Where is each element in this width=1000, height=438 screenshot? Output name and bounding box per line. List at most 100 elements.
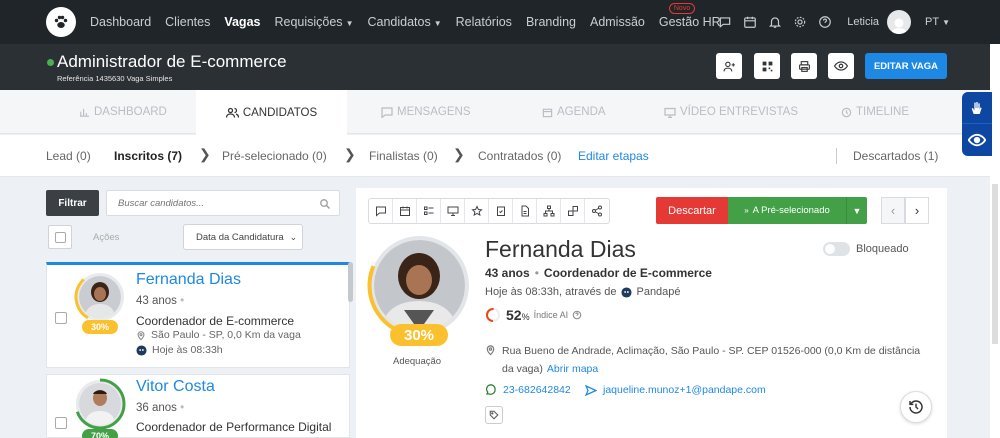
score-ring	[74, 271, 126, 323]
search-input[interactable]	[107, 191, 339, 215]
tab-timeline[interactable]: TIMELINE	[841, 90, 909, 134]
help-icon[interactable]	[817, 14, 833, 30]
stage-preselecionado[interactable]: Pré-selecionado (0)	[222, 149, 327, 163]
tab-agenda[interactable]: AGENDA	[542, 90, 606, 134]
sort-dropdown[interactable]: Data da Candidatura ⌄	[183, 224, 303, 250]
hierarchy-icon[interactable]	[537, 199, 561, 223]
chevron-down-icon: ⌄	[289, 231, 298, 242]
stage-finalistas[interactable]: Finalistas (0)	[369, 149, 438, 163]
chart-icon	[79, 107, 90, 118]
star-icon[interactable]	[465, 199, 489, 223]
eye-icon[interactable]	[962, 124, 992, 156]
filter-button[interactable]: Filtrar	[46, 190, 99, 216]
applied-text: Hoje às 08:33h, através de	[485, 286, 617, 298]
role-text: Coordenador de E-commerce	[543, 266, 712, 280]
candidate-name[interactable]: Fernanda Dias	[136, 271, 241, 289]
calendar-icon[interactable]	[742, 14, 758, 30]
print-button[interactable]	[791, 53, 817, 79]
sign-language-icon[interactable]	[962, 92, 992, 124]
nav-candidatos[interactable]: Candidatos ▼	[367, 15, 441, 29]
select-all-checkbox[interactable]	[48, 225, 72, 249]
user-avatar[interactable]	[887, 10, 912, 34]
list-scrollbar[interactable]	[348, 262, 353, 302]
edit-stages-link[interactable]: Editar etapas	[578, 149, 649, 163]
tab-dashboard[interactable]: DASHBOARD	[79, 90, 179, 134]
tab-timeline-label: TIMELINE	[856, 106, 910, 118]
search-icon[interactable]	[319, 197, 331, 215]
location-text: São Paulo - SP, 0,0 Km da vaga	[151, 329, 301, 341]
clock-icon	[841, 107, 852, 118]
score-label: Adequação	[393, 356, 442, 367]
candidate-checkbox[interactable]	[55, 417, 67, 429]
next-candidate-button[interactable]: ›	[905, 197, 929, 224]
nav-relatorios[interactable]: Relatórios	[456, 15, 512, 29]
advance-stage-button[interactable]: » A Pré-selecionado	[728, 197, 846, 224]
bell-icon[interactable]	[767, 14, 783, 30]
share-icon[interactable]	[585, 199, 609, 223]
logo-paw-icon[interactable]	[46, 7, 76, 37]
nav-dashboard[interactable]: Dashboard	[90, 15, 151, 29]
candidate-email[interactable]: jaqueline.munoz+1@pandape.com	[585, 384, 766, 396]
nav-admissao[interactable]: Admissão	[590, 15, 645, 29]
language-selector[interactable]: PT ▼	[925, 16, 950, 28]
job-status-dot	[47, 59, 54, 66]
candidate-name[interactable]: Vitor Costa	[136, 378, 215, 396]
blocked-toggle[interactable]	[823, 242, 850, 256]
add-candidate-button[interactable]	[716, 53, 742, 79]
stage-inscritos[interactable]: Inscritos (7)	[114, 149, 182, 163]
calendar-icon[interactable]	[393, 199, 417, 223]
ai-gauge-icon	[486, 308, 500, 322]
tab-candidatos[interactable]: CANDIDATOS	[196, 90, 347, 135]
preview-eye-button[interactable]	[828, 53, 854, 79]
user-name[interactable]: Leticia	[847, 16, 879, 28]
candidate-checkbox[interactable]	[55, 312, 67, 324]
blocked-label: Bloqueado	[856, 243, 909, 255]
clipboard-check-icon[interactable]	[489, 199, 513, 223]
search-box	[106, 190, 340, 216]
tab-video-entrevistas-label: VÍDEO ENTREVISTAS	[680, 106, 799, 118]
nav-requisicoes[interactable]: Requisições ▼	[274, 15, 353, 29]
qr-code-button[interactable]	[754, 53, 780, 79]
stage-lead[interactable]: Lead (0)	[46, 149, 91, 163]
tab-dashboard-label: DASHBOARD	[94, 106, 167, 118]
tab-mensagens[interactable]: MENSAGENS	[381, 90, 471, 134]
age-text: 36 anos	[136, 402, 177, 414]
nav-clientes[interactable]: Clientes	[165, 15, 210, 29]
tab-mensagens-label: MENSAGENS	[397, 106, 471, 118]
history-icon[interactable]	[900, 391, 932, 423]
open-map-link[interactable]: Abrir mapa	[547, 363, 598, 375]
document-icon[interactable]	[513, 199, 537, 223]
advance-stage-dropdown[interactable]: ▼	[846, 197, 867, 224]
discard-button[interactable]: Descartar	[656, 197, 728, 224]
actions-dropdown[interactable]: Ações	[93, 232, 119, 243]
checklist-icon[interactable]	[417, 199, 441, 223]
scrollbar-thumb[interactable]	[992, 184, 998, 344]
nav-vagas[interactable]: Vagas	[224, 15, 260, 29]
score-badge: 70%	[82, 429, 118, 438]
ai-index: 52% Índice AI	[485, 307, 582, 323]
candidate-card[interactable]: 70% Vitor Costa 36 anos • Coordenador de…	[46, 374, 350, 438]
gear-icon[interactable]	[792, 14, 808, 30]
nav-branding[interactable]: Branding	[526, 15, 576, 29]
tab-video-entrevistas[interactable]: VÍDEO ENTREVISTAS	[664, 90, 798, 134]
video-icon	[664, 107, 676, 118]
ai-score-value: 52	[506, 307, 522, 323]
help-icon[interactable]	[572, 310, 582, 320]
tag-icon[interactable]	[485, 406, 503, 424]
stage-contratados[interactable]: Contratados (0)	[478, 149, 561, 163]
transfer-icon[interactable]	[561, 199, 585, 223]
previous-candidate-button[interactable]: ‹	[881, 197, 905, 224]
candidate-card[interactable]: 30% Fernanda Dias 43 anos • Coordenador …	[46, 262, 350, 368]
chevron-right-icon: ❯	[199, 146, 211, 162]
job-reference: Referência 1435630 Vaga Simples	[57, 74, 173, 83]
candidate-age: 43 anos •	[136, 295, 184, 307]
stage-descartados[interactable]: Descartados (1)	[853, 149, 938, 163]
calendar-icon	[542, 107, 553, 118]
candidate-role: Coordenador de Performance Digital	[136, 420, 332, 434]
chat-icon[interactable]	[717, 14, 733, 30]
accessibility-widget[interactable]	[962, 92, 992, 156]
message-icon[interactable]	[369, 199, 393, 223]
video-interview-icon[interactable]	[441, 199, 465, 223]
edit-job-button[interactable]: EDITAR VAGA	[865, 53, 947, 79]
candidate-phone[interactable]: 23-682642842	[485, 384, 571, 396]
